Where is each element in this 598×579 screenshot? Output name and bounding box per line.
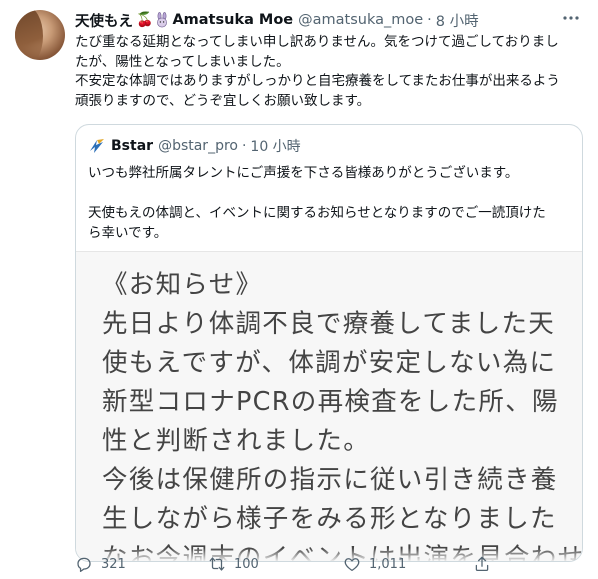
- quoted-line: ら幸いです。: [88, 225, 168, 241]
- reply-icon: [77, 557, 91, 572]
- rabbit-icon: [157, 12, 168, 28]
- avatar[interactable]: [15, 10, 65, 60]
- notice-line: 今後は保健所の指示に従い引き続き養: [102, 465, 558, 495]
- like-button[interactable]: 1,011: [343, 555, 473, 573]
- tweet-line: たび重なる延期となってしまい申し訳ありません。気をつけて過ごしておりまし: [75, 34, 559, 50]
- quoted-line: 天使もえの体調と、イベントに関するお知らせとなりますのでご一読頂けた: [88, 205, 546, 221]
- reply-count: 321: [101, 556, 126, 572]
- share-button[interactable]: [473, 555, 513, 573]
- like-count: 1,011: [369, 556, 407, 572]
- retweet-icon: [209, 557, 225, 571]
- reply-button[interactable]: 321: [75, 555, 208, 573]
- separator-dot: ·: [241, 138, 247, 154]
- display-name-suffix[interactable]: Amatsuka Moe: [172, 12, 293, 28]
- notice-line: 先日より体調不良で療養してました天: [102, 309, 556, 339]
- display-name[interactable]: 天使もえ: [75, 10, 133, 31]
- tweet-header: 天使もえ 🍒 Amatsuka Moe @amatsuka_moe · 8 小時: [75, 10, 479, 30]
- quoted-tweet-text: いつも弊社所属タレントにご声援を下さる皆様ありがとうございます。 天使もえの体調…: [88, 163, 570, 243]
- notice-line: 使もえですが、体調が安定しない為に: [102, 348, 557, 378]
- quoted-user-handle[interactable]: @bstar_pro: [158, 138, 238, 154]
- notice-line: 生しながら様子をみる形となりました: [102, 504, 557, 534]
- tweet-line: たが、陽性となってしまいました。: [75, 53, 290, 70]
- notice-line: 性と判断されました。: [102, 426, 371, 456]
- retweet-button[interactable]: 100: [208, 555, 343, 573]
- share-icon: [475, 556, 489, 572]
- retweet-count: 100: [234, 556, 259, 572]
- quoted-tweet-header: Bstar @bstar_pro · 10 小時: [88, 136, 301, 156]
- notice-line: 新型コロナPCRの再検査をした所、陽: [102, 387, 559, 417]
- separator-dot: ·: [427, 12, 432, 28]
- notice-line: 《お知らせ》: [102, 270, 263, 300]
- notice-image[interactable]: 《お知らせ》 先日より体調不良で療養してました天 使もえですが、体調が安定しない…: [76, 251, 582, 561]
- quoted-line: いつも弊社所属タレントにご声援を下さる皆様ありがとうございます。: [88, 165, 519, 181]
- quoted-tweet[interactable]: Bstar @bstar_pro · 10 小時 いつも弊社所属タレントにご声援…: [75, 124, 583, 562]
- tweet-line: 頑張りますので、どうぞ宜しくお願い致します。: [75, 92, 371, 109]
- tweet-actions: 321 100 1,011: [75, 552, 513, 576]
- heart-icon: [344, 558, 360, 572]
- cherry-emoji: 🍒: [136, 12, 154, 28]
- bstar-logo-icon: [90, 139, 104, 153]
- more-options-icon[interactable]: [559, 8, 583, 28]
- tweet-time[interactable]: 8 小時: [436, 10, 479, 31]
- quoted-tweet-time: 10 小時: [250, 139, 301, 155]
- tweet-line: 不安定な体調ではありますがしっかりと自宅療養をしてまたお仕事が出来るよう: [75, 73, 560, 89]
- quoted-display-name[interactable]: Bstar: [111, 138, 153, 154]
- notice-image-text: 《お知らせ》 先日より体調不良で療養してました天 使もえですが、体調が安定しない…: [102, 266, 582, 561]
- tweet-text: たび重なる延期となってしまい申し訳ありません。気をつけて過ごしておりまし たが、…: [75, 33, 580, 111]
- user-handle[interactable]: @amatsuka_moe: [298, 12, 423, 28]
